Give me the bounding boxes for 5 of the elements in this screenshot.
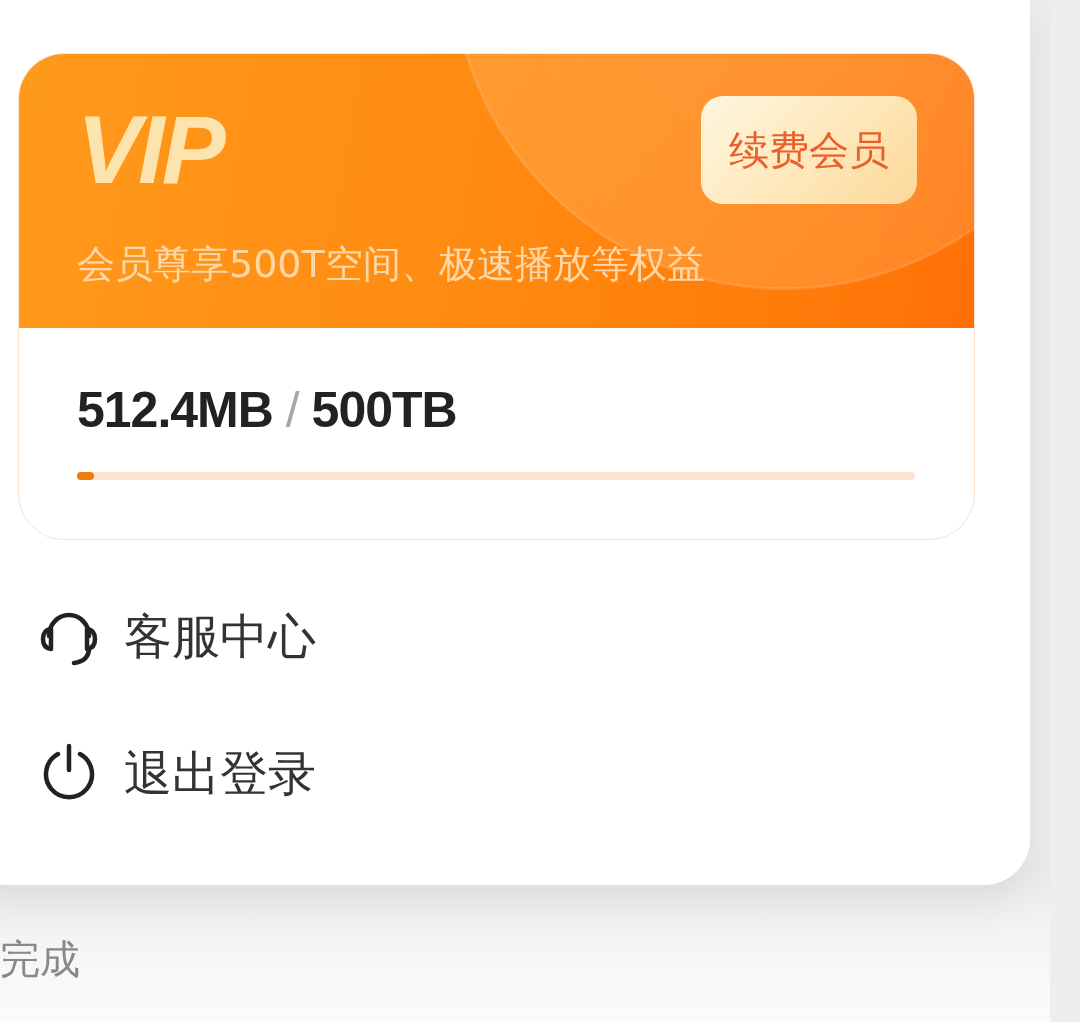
menu-item[interactable]: 客服中心: [40, 606, 316, 666]
benefits-text: 会员尊享500T空间、极速播放等权益: [77, 241, 706, 288]
menu-item[interactable]: 退出登录: [40, 743, 316, 803]
vip-title: VIP: [77, 102, 223, 198]
storage-usage-text: 512.4MB / 500TB: [77, 381, 457, 440]
